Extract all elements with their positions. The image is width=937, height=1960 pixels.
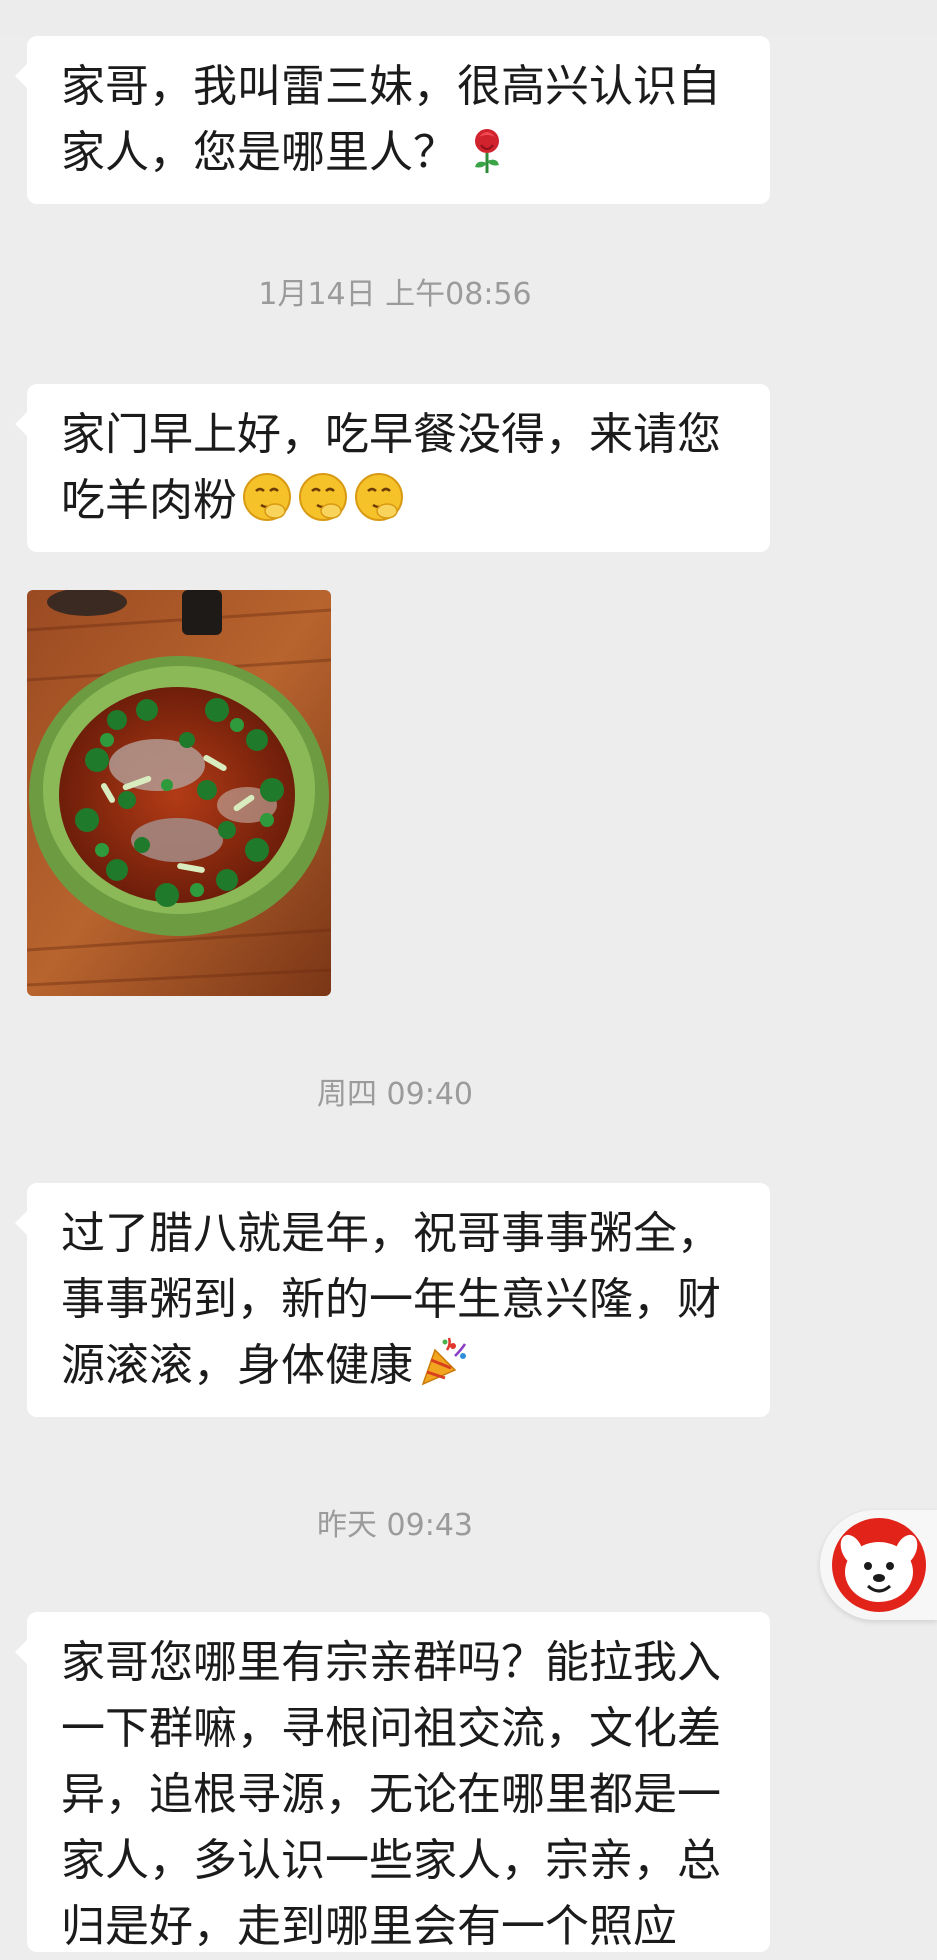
rose-icon	[461, 123, 513, 175]
party-popper-icon	[417, 1336, 469, 1388]
timestamp-3: 昨天 09:43	[317, 1508, 473, 1543]
floating-shortcut-button[interactable]	[820, 1510, 937, 1620]
message-3-line-3: 源滚滚，身体健康	[61, 1333, 736, 1399]
thinking-face-icon	[297, 471, 349, 523]
top-strip	[0, 0, 937, 36]
message-bubble-3[interactable]: 过了腊八就是年，祝哥事事粥全， 事事粥到，新的一年生意兴隆，财 源滚滚，身体健康	[15, 1183, 770, 1417]
message-1-line-2: 家人，您是哪里人？	[61, 120, 736, 186]
jd-dog-mascot-icon	[832, 1518, 926, 1612]
message-1-line-1: 家哥，我叫雷三妹，很高兴认识自	[61, 61, 721, 112]
message-4-line-5: 归是好，走到哪里会有一个照应	[61, 1901, 677, 1952]
lamb-noodle-soup-photo[interactable]	[27, 590, 331, 996]
message-4-line-3: 异，追根寻源，无论在哪里都是一	[61, 1769, 721, 1820]
chat-window: 家哥，我叫雷三妹，很高兴认识自 家人，您是哪里人？ 1月14日 上午08:56 …	[0, 0, 937, 1952]
message-bubble-4[interactable]: 家哥您哪里有宗亲群吗？能拉我入 一下群嘛，寻根问祖交流，文化差 异，追根寻源，无…	[15, 1612, 770, 1952]
message-bubble-2[interactable]: 家门早上好，吃早餐没得，来请您 吃羊肉粉	[15, 384, 770, 552]
message-4-line-4: 家人，多认识一些家人，宗亲，总	[61, 1835, 721, 1886]
timestamp-2: 周四 09:40	[317, 1077, 473, 1112]
message-2-line-1: 家门早上好，吃早餐没得，来请您	[61, 409, 721, 460]
message-3-line-1: 过了腊八就是年，祝哥事事粥全，	[61, 1208, 721, 1259]
message-4-line-2: 一下群嘛，寻根问祖交流，文化差	[61, 1703, 721, 1754]
message-2-line-2: 吃羊肉粉	[61, 468, 736, 534]
timestamp-1: 1月14日 上午08:56	[258, 277, 532, 312]
message-bubble-1[interactable]: 家哥，我叫雷三妹，很高兴认识自 家人，您是哪里人？	[15, 36, 770, 204]
message-4-line-1: 家哥您哪里有宗亲群吗？能拉我入	[61, 1637, 721, 1688]
thinking-face-icon	[241, 471, 293, 523]
message-3-line-2: 事事粥到，新的一年生意兴隆，财	[61, 1274, 721, 1325]
thinking-face-icon	[353, 471, 405, 523]
